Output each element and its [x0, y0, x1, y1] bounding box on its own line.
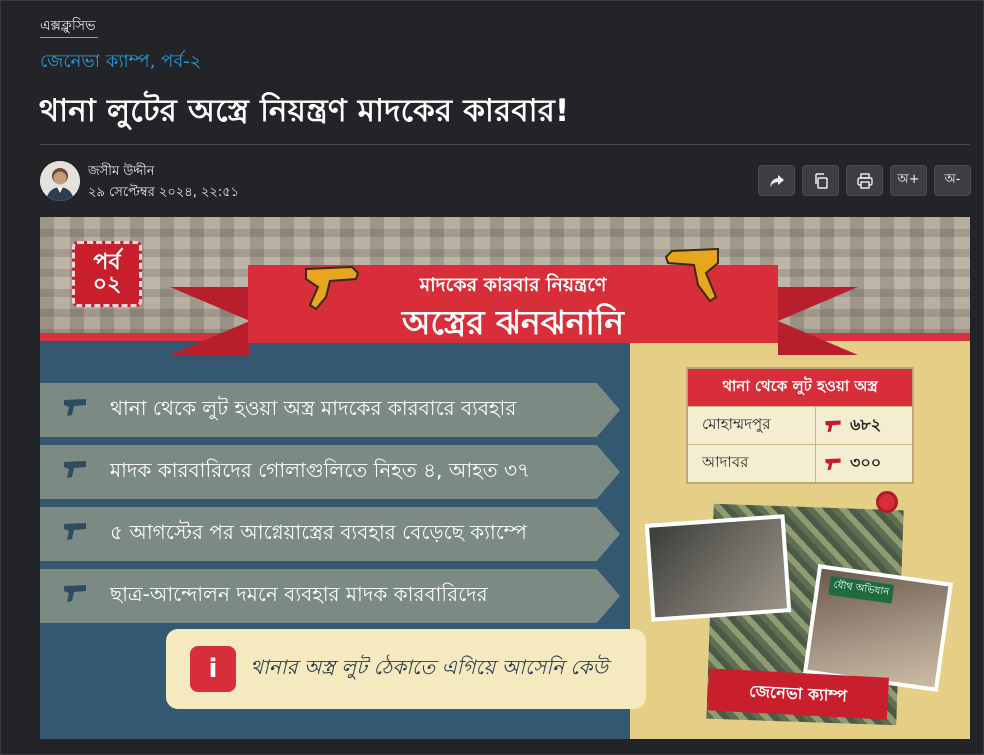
pushpin-icon [876, 491, 898, 513]
pistol-icon [40, 396, 110, 424]
episode-label: পর্ব [93, 250, 121, 275]
callout-box: i থানার অস্ত্র লুট ঠেকাতে এগিয়ে আসেনি ক… [166, 629, 646, 709]
font-increase-button[interactable]: অ+ [890, 165, 927, 196]
point-item: ৫ আগস্টের পর আগ্নেয়াস্ত্রের ব্যবহার বেড… [40, 507, 620, 561]
info-icon: i [190, 646, 236, 692]
article-headline: থানা লুটের অস্ত্রে নিয়ন্ত্রণ মাদকের কার… [39, 93, 570, 129]
episode-badge: পর্ব ০২ [72, 241, 142, 307]
point-text: ৫ আগস্টের পর আগ্নেয়াস্ত্রের ব্যবহার বেড… [110, 519, 527, 544]
pistol-left-icon [302, 257, 364, 329]
table-cell-area: মোহাম্মদপুর [688, 407, 816, 444]
pistol-icon [40, 458, 110, 486]
callout-text: থানার অস্ত্র লুট ঠেকাতে এগিয়ে আসেনি কেউ [250, 654, 608, 679]
point-text: ছাত্র-আন্দোলন দমনে ব্যবহার মাদক কারবারিদ… [110, 581, 488, 606]
avatar-image [40, 161, 80, 201]
pistol-icon [816, 407, 850, 444]
raid-photo: যৌথ অভিযান [803, 564, 953, 692]
point-item: মাদক কারবারিদের গোলাগুলিতে নিহত ৪, আহত ৩… [40, 445, 620, 499]
point-item: থানা থেকে লুট হওয়া অস্ত্র মাদকের কারবার… [40, 383, 620, 437]
article-toolbar: অ+ অ- [758, 165, 971, 196]
pistol-right-icon [658, 241, 724, 331]
pistol-icon [816, 445, 850, 482]
font-decrease-button[interactable]: অ- [934, 165, 971, 196]
banner-tail-right [778, 287, 858, 355]
publish-date: ২৯ সেপ্টেম্বর ২০২৪, ২২:৫১ [88, 185, 240, 200]
print-icon [856, 172, 873, 189]
author-avatar[interactable] [40, 161, 80, 201]
point-text: থানা থেকে লুট হওয়া অস্ত্র মাদকের কারবার… [110, 395, 517, 420]
table-cell-count: ৬৮২ [850, 415, 882, 434]
series-link[interactable]: জেনেভা ক্যাম্প, পর্ব-২ [40, 47, 202, 78]
share-icon [769, 174, 784, 187]
pistol-icon [40, 520, 110, 548]
share-button[interactable] [758, 165, 795, 196]
table-row: আদাবর ৩০০ [688, 444, 912, 482]
copy-button[interactable] [802, 165, 839, 196]
pistol-icon [40, 582, 110, 610]
copy-icon [814, 172, 828, 189]
table-row: মোহাম্মদপুর ৬৮২ [688, 406, 912, 444]
print-button[interactable] [846, 165, 883, 196]
banner-tail-left [170, 287, 250, 355]
episode-number: ০২ [92, 272, 122, 297]
table-cell-count: ৩০০ [850, 453, 882, 472]
raid-tag: যৌথ অভিযান [828, 575, 895, 604]
header-divider [40, 144, 970, 145]
point-text: মাদক কারবারিদের গোলাগুলিতে নিহত ৪, আহত ৩… [110, 457, 531, 482]
category-underline [40, 37, 98, 38]
table-cell-area: আদাবর [688, 445, 816, 482]
point-item: ছাত্র-আন্দোলন দমনে ব্যবহার মাদক কারবারিদ… [40, 569, 620, 623]
camp-photo [644, 514, 792, 622]
author-name[interactable]: জসীম উদ্দীন [88, 162, 155, 183]
category-label[interactable]: এক্সক্লুসিভ [40, 14, 96, 38]
looted-weapons-table: থানা থেকে লুট হওয়া অস্ত্র মোহাম্মদপুর ৬… [686, 367, 914, 484]
article-infographic: পর্ব ০২ মাদকের কারবার নিয়ন্ত্রণে অস্ত্র… [40, 217, 970, 739]
table-title: থানা থেকে লুট হওয়া অস্ত্র [688, 369, 912, 406]
article-page: এক্সক্লুসিভ জেনেভা ক্যাম্প, পর্ব-২ থানা … [0, 0, 984, 755]
